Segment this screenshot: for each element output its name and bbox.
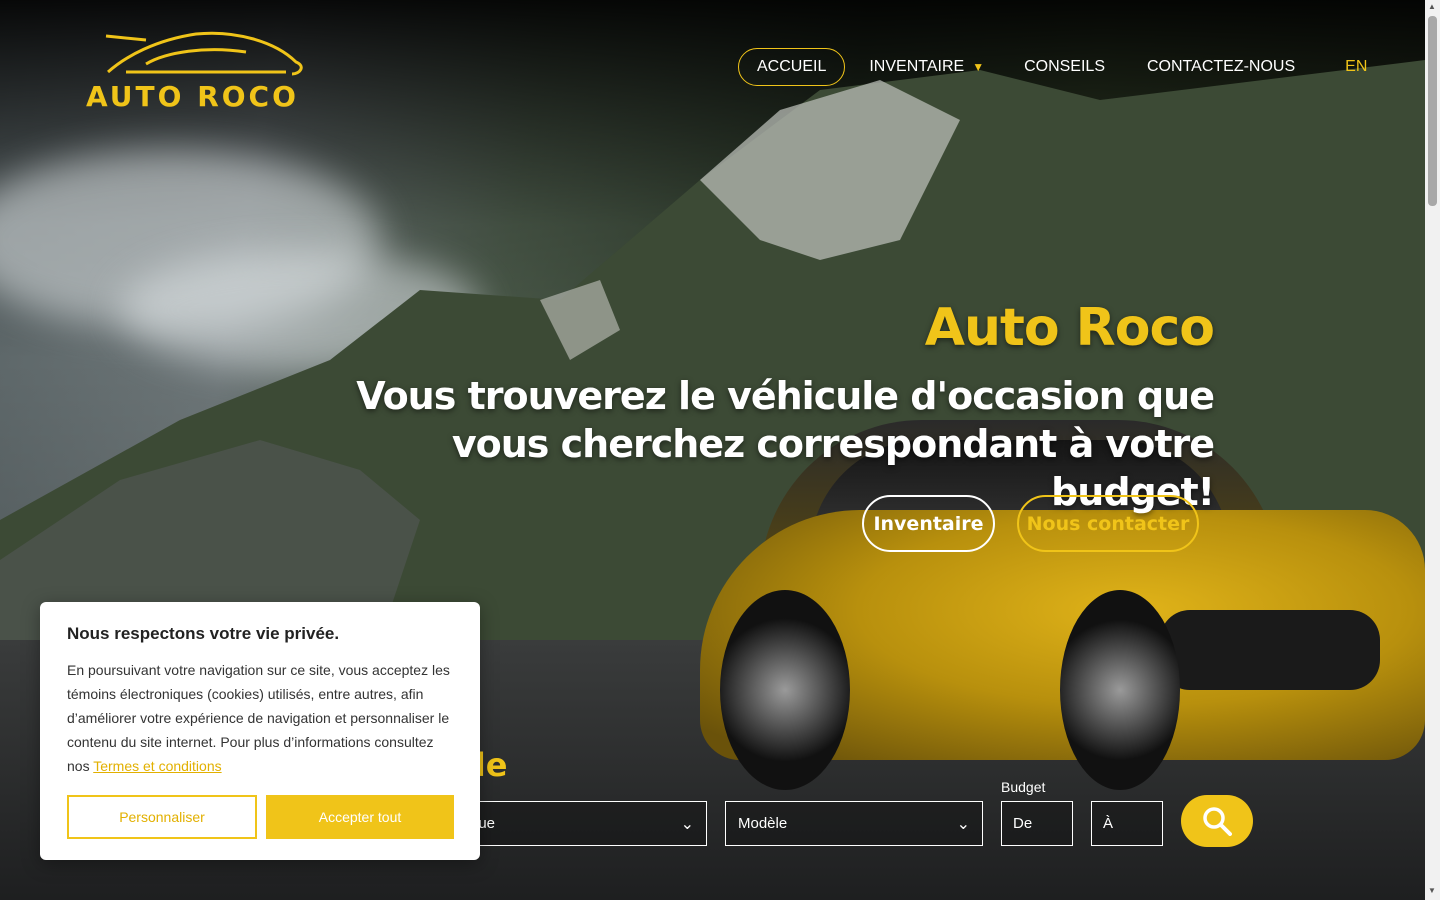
scrollbar-thumb[interactable] (1428, 16, 1437, 206)
logo-text[interactable]: AUTO ROCO (86, 80, 299, 113)
scrollbar[interactable]: ▲ ▼ (1425, 0, 1440, 900)
cookie-title: Nous respectons votre vie privée. (67, 624, 340, 643)
scroll-down-icon[interactable]: ▼ (1428, 886, 1436, 895)
make-select[interactable]: rque ⌄ (452, 801, 707, 846)
scroll-up-icon[interactable]: ▲ (1428, 2, 1436, 11)
terms-link[interactable]: Termes et conditions (93, 758, 221, 774)
nav-inventory-label: INVENTAIRE (869, 58, 965, 75)
hero-subtitle-line-1: Vous trouverez le véhicule d'occasion qu… (356, 374, 1215, 418)
model-select-value: Modèle (738, 815, 788, 832)
car-silhouette-icon (105, 31, 303, 76)
inventory-button[interactable]: Inventaire (862, 495, 995, 552)
budget-label: Budget (1001, 779, 1046, 795)
chevron-down-icon: ⌄ (680, 815, 694, 833)
nav-home[interactable]: ACCUEIL (738, 48, 846, 86)
search-button[interactable] (1181, 795, 1253, 847)
nav-contact[interactable]: CONTACTEZ-NOUS (1147, 58, 1295, 76)
search-icon (1203, 807, 1232, 836)
hero-title: Auto Roco (924, 298, 1215, 358)
model-select[interactable]: Modèle ⌄ (725, 801, 983, 846)
nav-inventory[interactable]: INVENTAIRE ▼ (869, 58, 984, 76)
accept-all-button[interactable]: Accepter tout (266, 795, 454, 839)
budget-to-input[interactable]: À (1091, 801, 1163, 846)
chevron-down-icon: ⌄ (956, 815, 970, 833)
chevron-down-icon: ▼ (972, 60, 985, 74)
customize-button[interactable]: Personnaliser (67, 795, 257, 839)
cookie-banner: Nous respectons votre vie privée. En pou… (40, 602, 480, 860)
budget-from-input[interactable]: De (1001, 801, 1073, 846)
nav-tips[interactable]: CONSEILS (1024, 58, 1105, 76)
main-nav: ACCUEIL INVENTAIRE ▼ CONSEILS CONTACTEZ-… (738, 48, 1367, 86)
contact-button[interactable]: Nous contacter (1017, 495, 1199, 552)
nav-language[interactable]: EN (1345, 58, 1367, 76)
cookie-text: En poursuivant votre navigation sur ce s… (67, 658, 453, 778)
